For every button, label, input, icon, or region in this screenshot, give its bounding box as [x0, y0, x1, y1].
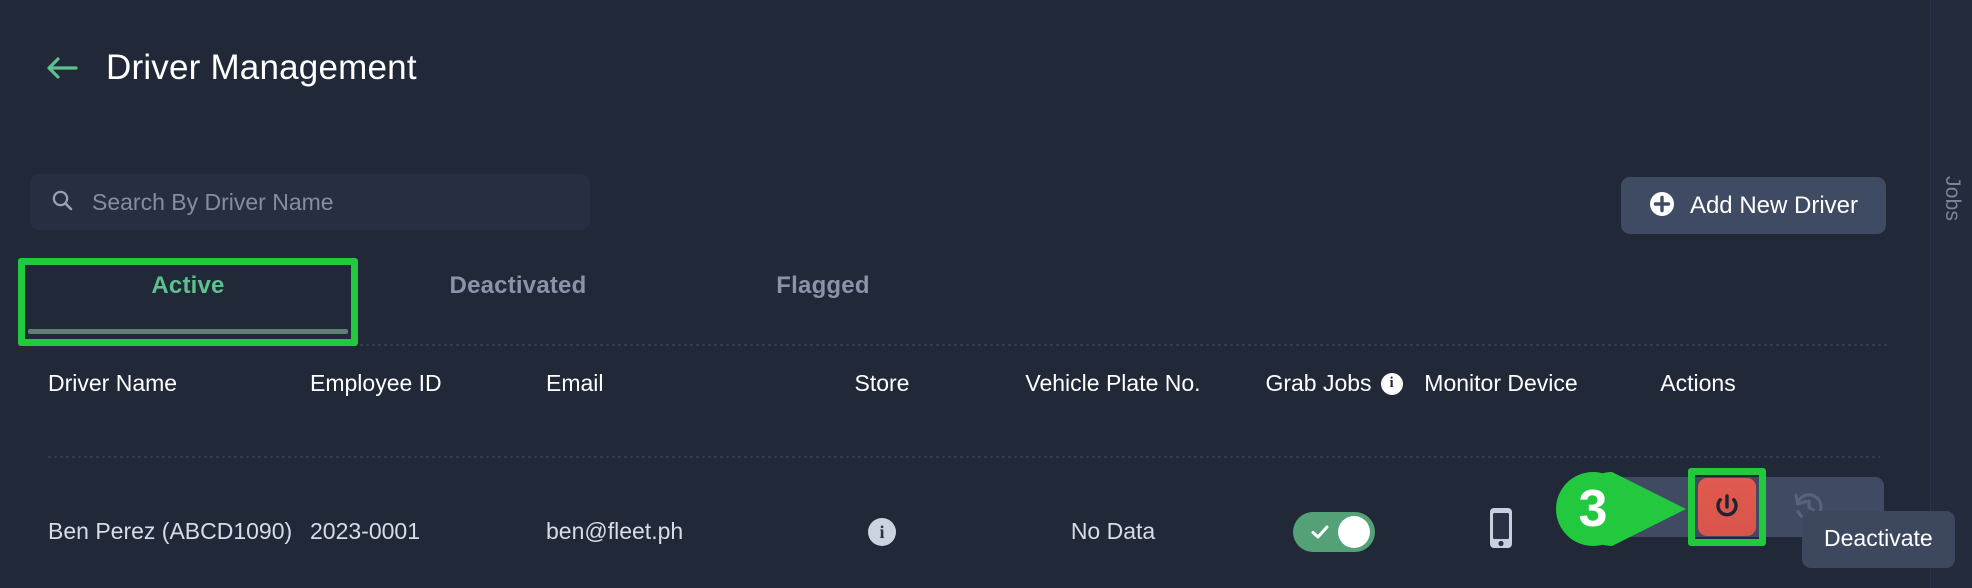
- toggle-knob: [1338, 516, 1370, 548]
- column-header-employee-id: Employee ID: [310, 370, 442, 396]
- grab-jobs-toggle[interactable]: [1293, 512, 1375, 552]
- tab-active-label: Active: [151, 272, 225, 299]
- tab-flagged[interactable]: Flagged: [678, 258, 968, 344]
- add-new-driver-label: Add New Driver: [1689, 191, 1858, 219]
- tab-bar: Active Deactivated Flagged: [18, 258, 1890, 344]
- tab-deactivated[interactable]: Deactivated: [358, 258, 678, 344]
- deactivate-power-button[interactable]: [1698, 478, 1756, 536]
- cell-employee-id: 2023-0001: [310, 518, 420, 545]
- page-header: Driver Management: [44, 48, 417, 88]
- deactivate-tooltip: Deactivate: [1802, 511, 1955, 568]
- store-info-icon[interactable]: i: [868, 518, 896, 546]
- column-header-monitor-device: Monitor Device: [1424, 370, 1578, 396]
- column-header-grab-jobs: Grab Jobs i: [1254, 368, 1414, 399]
- back-arrow-icon[interactable]: [44, 50, 80, 86]
- right-rail-jobs-label[interactable]: Jobs: [1940, 176, 1964, 221]
- tab-active[interactable]: Active: [18, 258, 358, 344]
- column-header-email: Email: [546, 370, 604, 396]
- search-icon: [50, 188, 74, 217]
- cell-monitor-device: [1414, 506, 1588, 558]
- column-header-grab-jobs-label: Grab Jobs: [1265, 370, 1372, 396]
- cell-driver-name: Ben Perez (ABCD1090): [48, 518, 293, 545]
- grab-jobs-info-icon[interactable]: i: [1380, 372, 1403, 395]
- column-header-actions: Actions: [1660, 370, 1736, 396]
- power-icon: [1716, 494, 1738, 517]
- row-divider: [48, 456, 1880, 458]
- column-header-vehicle-plate: Vehicle Plate No.: [1025, 370, 1201, 396]
- page-title: Driver Management: [106, 48, 417, 87]
- column-header-driver-name: Driver Name: [48, 370, 178, 396]
- tab-deactivated-label: Deactivated: [449, 272, 587, 299]
- check-icon: [1311, 525, 1329, 539]
- cell-store: i: [792, 518, 972, 546]
- column-header-store: Store: [854, 370, 910, 396]
- driver-management-page: Jobs Driver Management Add New: [0, 0, 1972, 588]
- plus-circle-icon: [1649, 191, 1675, 220]
- cell-email: ben@fleet.ph: [546, 518, 684, 545]
- search-box[interactable]: [30, 174, 590, 230]
- add-new-driver-button[interactable]: Add New Driver: [1620, 177, 1886, 234]
- mobile-phone-icon[interactable]: [1486, 506, 1516, 558]
- right-rail: Jobs: [1930, 0, 1972, 588]
- search-input[interactable]: [92, 188, 570, 216]
- cell-vehicle-plate: No Data: [1070, 518, 1156, 545]
- table-header-row: Driver Name Employee ID Email Store Vehi…: [0, 350, 1890, 455]
- cell-grab-jobs: [1254, 512, 1414, 552]
- drivers-table: Driver Name Employee ID Email Store Vehi…: [0, 350, 1890, 575]
- tab-flagged-label: Flagged: [776, 272, 870, 299]
- tab-bottom-divider: [18, 344, 1890, 346]
